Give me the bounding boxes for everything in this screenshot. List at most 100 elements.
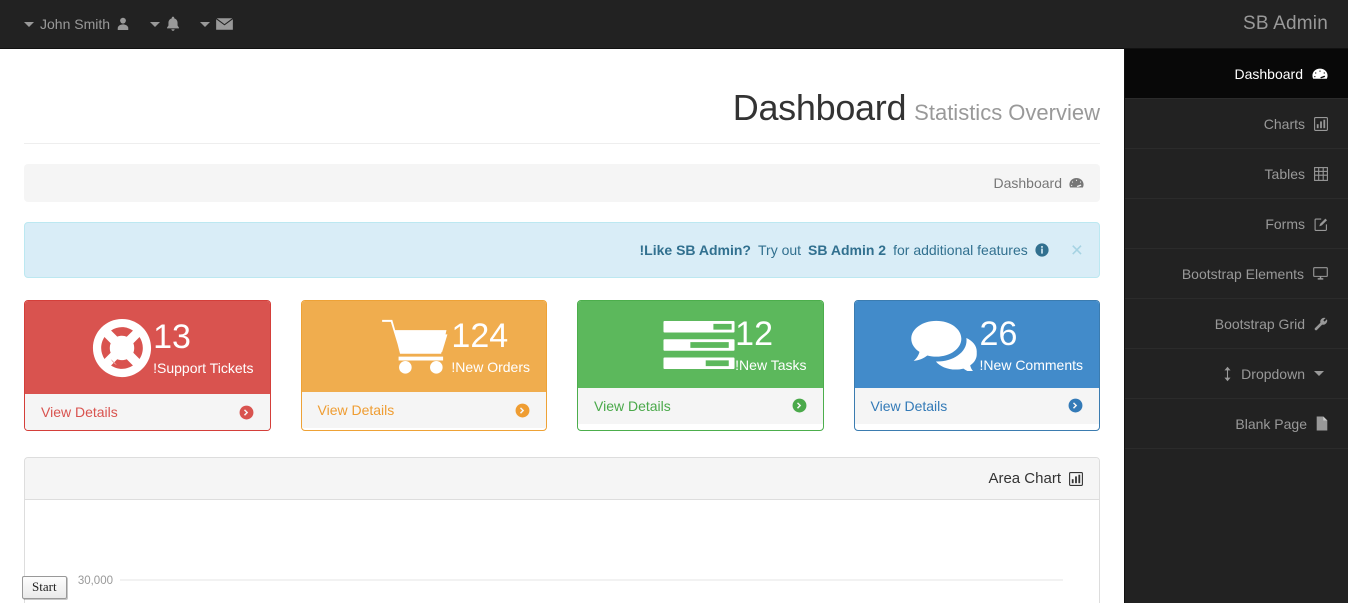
sidebar-item-bootstrap-elements[interactable]: Bootstrap Elements — [1125, 249, 1348, 299]
sidebar-item-label: Dropdown — [1241, 365, 1305, 382]
breadcrumb-label: Dashboard — [993, 175, 1063, 191]
tasks-icon — [663, 320, 735, 369]
y-axis-tick-label: 30,000 — [78, 575, 113, 587]
stat-panel-link[interactable]: View Details — [594, 398, 671, 414]
file-icon — [1316, 416, 1328, 431]
breadcrumb: Dashboard — [24, 164, 1100, 202]
arrow-circle-right-icon — [515, 403, 530, 418]
comments-icon — [908, 319, 980, 371]
desktop-icon — [1313, 267, 1328, 280]
alert-message: !Like SB Admin? Try out SB Admin 2 for a… — [640, 242, 1049, 258]
stat-panel-text: 26 !New Comments — [979, 315, 1083, 373]
stat-panel-value: 26 — [979, 315, 1018, 353]
stat-panel-footer[interactable]: View Details — [301, 392, 546, 428]
stat-panel-body: 12 !New Tasks — [578, 301, 823, 388]
stat-panel-value: 12 — [735, 315, 773, 353]
area-chart-title-group: Area Chart — [988, 470, 1083, 487]
envelope-icon — [216, 17, 233, 31]
breadcrumb-item-dashboard[interactable]: Dashboard — [994, 175, 1085, 191]
sidebar-item-label: Bootstrap Elements — [1181, 265, 1304, 282]
stat-panel-new-tasks[interactable]: 12 !New Tasks View Details — [577, 300, 824, 431]
chevron-down-icon — [150, 21, 161, 27]
stat-panel-label: !New Orders — [451, 358, 530, 375]
stat-panel-label: !New Tasks — [735, 356, 807, 373]
stat-panel-text: 12 !New Tasks — [735, 315, 807, 373]
stat-panels-row: 13 !Support Tickets View Details 124 !Ne… — [24, 300, 1100, 431]
sidebar-item-blank-page[interactable]: Blank Page — [1125, 399, 1348, 449]
user-icon — [116, 17, 130, 31]
arrow-circle-right-icon — [239, 405, 254, 420]
alert-lead: !Like SB Admin? — [639, 242, 752, 258]
arrow-circle-right-icon — [792, 398, 807, 413]
stat-panel-label: !New Comments — [979, 356, 1083, 373]
stat-panel-text: 13 !Support Tickets — [153, 318, 254, 376]
stat-panel-text: 124 !New Orders — [451, 317, 530, 375]
stat-panel-footer[interactable]: View Details — [25, 394, 270, 430]
stat-panel-footer[interactable]: View Details — [854, 387, 1099, 424]
stat-panel-link[interactable]: View Details — [41, 404, 118, 420]
area-chart-title: Area Chart — [988, 470, 1061, 487]
table-icon — [1314, 166, 1328, 181]
stat-panel-value: 13 — [153, 318, 191, 357]
stat-panel-new-comments[interactable]: 26 !New Comments View Details — [853, 300, 1100, 431]
page-title: Dashboard — [732, 87, 907, 128]
tachometer-icon — [1069, 177, 1084, 189]
alert-strong: SB Admin 2 — [808, 242, 887, 258]
navbar-left-group: John Smith — [0, 10, 243, 38]
sidebar-item-label: Bootstrap Grid — [1214, 315, 1305, 332]
stat-panel-body: 124 !New Orders — [301, 301, 546, 392]
sidebar-item-dashboard[interactable]: Dashboard — [1125, 49, 1348, 99]
stat-panel-body: 26 !New Comments — [854, 301, 1099, 388]
alert-tail: for additional features — [893, 242, 1028, 258]
edit-icon — [1314, 217, 1328, 231]
area-chart-body[interactable]: 30,000 22,500 — [25, 500, 1099, 603]
promo-alert: !Like SB Admin? Try out SB Admin 2 for a… — [24, 222, 1100, 278]
info-circle-icon — [1035, 243, 1049, 257]
sidebar-item-forms[interactable]: Forms — [1125, 199, 1348, 249]
sidebar-item-label: Blank Page — [1235, 415, 1307, 432]
bar-chart-icon — [1069, 471, 1083, 486]
area-chart-panel: Area Chart 30,000 — [24, 457, 1100, 603]
wrench-icon — [1314, 317, 1328, 331]
page-subtitle: Statistics Overview — [914, 100, 1100, 125]
stat-panel-new-orders[interactable]: 124 !New Orders View Details — [300, 300, 547, 431]
sidebar-item-charts[interactable]: Charts — [1125, 99, 1348, 149]
sidebar-item-label: Dashboard — [1234, 65, 1304, 82]
stat-panel-support-tickets[interactable]: 13 !Support Tickets View Details — [24, 300, 271, 431]
sidebar: Dashboard Charts Tables Forms Bootstrap … — [1124, 49, 1348, 603]
chevron-down-icon — [1314, 371, 1324, 376]
chevron-down-icon — [200, 21, 211, 27]
stat-panel-value: 124 — [451, 317, 509, 356]
stat-panel-link[interactable]: View Details — [871, 398, 948, 414]
sidebar-item-tables[interactable]: Tables — [1125, 149, 1348, 199]
tachometer-icon — [1312, 67, 1328, 81]
app-root: SB Admin John Smith Dashboard Charts Tab… — [0, 0, 1348, 603]
stat-panel-body: 13 !Support Tickets — [25, 301, 270, 394]
sidebar-item-label: Forms — [1265, 215, 1305, 232]
stat-panel-link[interactable]: View Details — [318, 402, 395, 418]
navbar-user-label: John Smith — [40, 16, 111, 32]
stat-panel-footer[interactable]: View Details — [578, 387, 823, 424]
top-navbar: SB Admin John Smith — [0, 0, 1348, 49]
sidebar-item-bootstrap-grid[interactable]: Bootstrap Grid — [1125, 299, 1348, 349]
alert-close-button[interactable]: × — [1071, 240, 1083, 261]
alert-middle: Try out — [758, 242, 802, 258]
area-chart-canvas[interactable]: 30,000 22,500 — [25, 500, 1099, 603]
brand-title[interactable]: SB Admin — [1223, 13, 1348, 35]
arrows-v-icon — [1223, 366, 1232, 382]
start-button[interactable]: Start — [22, 576, 67, 599]
area-chart-header: Area Chart — [25, 458, 1099, 500]
sidebar-item-label: Charts — [1263, 115, 1305, 132]
sidebar-item-label: Tables — [1264, 165, 1305, 182]
navbar-messages-dropdown[interactable] — [190, 12, 243, 37]
page-header: Dashboard Statistics Overview — [24, 49, 1100, 144]
stat-panel-label: !Support Tickets — [153, 359, 254, 376]
main-content: Dashboard Statistics Overview Dashboard !… — [0, 49, 1124, 603]
shopping-cart-icon — [381, 317, 451, 377]
life-ring-icon — [91, 317, 153, 379]
sidebar-item-dropdown[interactable]: Dropdown — [1125, 349, 1348, 399]
bell-icon — [166, 16, 180, 32]
bar-chart-icon — [1314, 116, 1328, 131]
navbar-alerts-dropdown[interactable] — [140, 10, 190, 38]
navbar-user-dropdown[interactable]: John Smith — [14, 10, 140, 38]
